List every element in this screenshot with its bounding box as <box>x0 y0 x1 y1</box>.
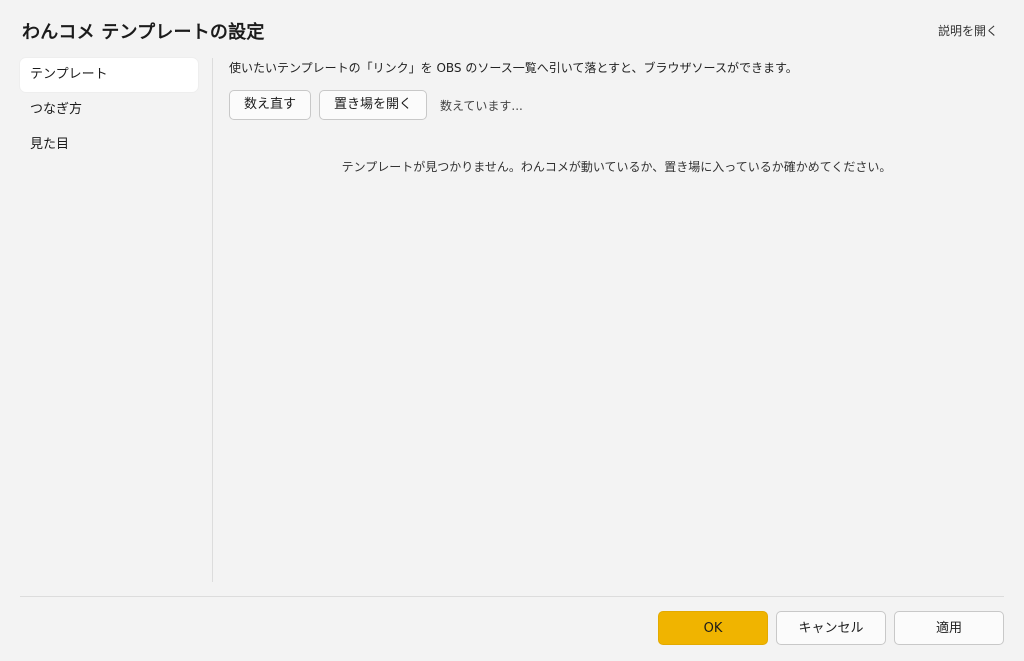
empty-state-message: テンプレートが見つかりません。わんコメが動いているか、置き場に入っているか確かめ… <box>341 160 892 174</box>
sidebar-nav: テンプレート つなぎ方 見た目 <box>20 58 198 163</box>
sidebar-divider <box>212 58 213 582</box>
dialog-footer: OK キャンセル 適用 <box>650 611 1004 645</box>
open-help-link[interactable]: 説明を開く <box>938 22 998 39</box>
sidebar-item-templates[interactable]: テンプレート <box>20 58 198 92</box>
footer-divider <box>20 596 1004 597</box>
cancel-button[interactable]: キャンセル <box>776 611 886 645</box>
main-panel: 使いたいテンプレートの「リンク」を OBS のソース一覧へ引いて落とすと、ブラウ… <box>229 58 1004 174</box>
recount-button[interactable]: 数え直す <box>229 90 312 120</box>
open-folder-button[interactable]: 置き場を開く <box>319 90 428 120</box>
ok-button[interactable]: OK <box>658 611 768 645</box>
sidebar-item-connection[interactable]: つなぎ方 <box>20 93 198 127</box>
loading-status: 数えています... <box>440 98 523 113</box>
instruction-text: 使いたいテンプレートの「リンク」を OBS のソース一覧へ引いて落とすと、ブラウ… <box>229 61 798 75</box>
apply-button[interactable]: 適用 <box>894 611 1004 645</box>
dialog-title: わんコメ テンプレートの設定 <box>22 22 265 43</box>
template-toolbar: 数え直す 置き場を開く 数えています... <box>229 90 1004 120</box>
sidebar-item-appearance[interactable]: 見た目 <box>20 128 198 162</box>
